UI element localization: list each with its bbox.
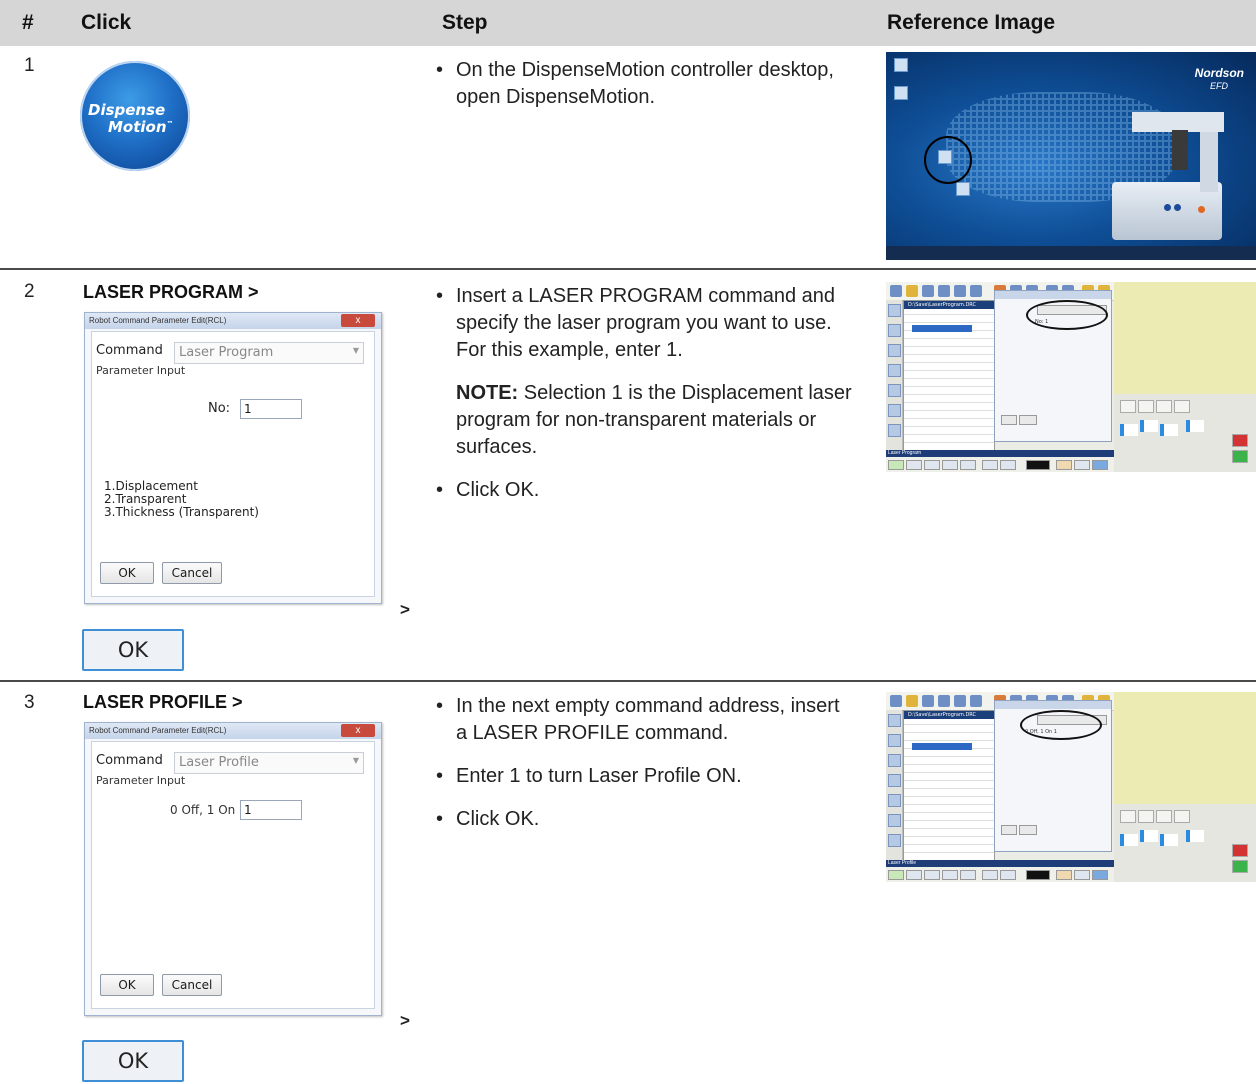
on-off-field-label: 0 Off, 1 On: [170, 803, 236, 817]
dispensing-robot-illustration: [1112, 112, 1232, 242]
step-bullet: Enter 1 to turn Laser Profile ON.: [436, 763, 856, 790]
step-bullet: Click OK.: [436, 477, 856, 504]
chevron-down-icon: ▼: [352, 346, 359, 355]
work-canvas: [1114, 692, 1256, 804]
click-title: LASER PROGRAM >: [83, 282, 259, 302]
command-grid: D:\Save\LaserProgram.DRC: [903, 300, 995, 452]
step-text-block: In the next empty command address, inser…: [436, 693, 856, 833]
work-canvas: [1114, 282, 1256, 394]
option-thickness: 3.Thickness (Transparent): [104, 505, 259, 519]
efd-brand: EFD: [1210, 81, 1228, 91]
side-toolbar: [886, 300, 903, 450]
row-divider: [0, 680, 1256, 682]
reference-image-laser-profile: D:\Save\LaserProgram.DRC 0 Off, 1 On 1 L…: [886, 692, 1256, 882]
arrow: >: [400, 600, 410, 619]
reference-image-laser-program: D:\Save\LaserProgram.DRC No: 1 Laser Pro…: [886, 282, 1256, 472]
taskbar: [886, 246, 1256, 260]
row-number: 3: [24, 692, 35, 713]
row-number: 2: [24, 281, 35, 302]
step-bullet: In the next empty command address, inser…: [436, 693, 856, 747]
cancel-button[interactable]: Cancel: [162, 562, 222, 584]
header-reference-image: Reference Image: [887, 11, 1056, 34]
row-number: 1: [24, 55, 35, 76]
logo-text-line1: Dispense: [88, 101, 166, 119]
highlight-circle: [924, 136, 972, 184]
dialog-titlebar: Robot Command Parameter Edit(RCL) x: [85, 313, 381, 329]
desktop-icon: [894, 58, 908, 72]
no-field-label: No:: [208, 401, 231, 416]
program-options: 1.Displacement 2.Transparent 3.Thickness…: [104, 480, 259, 519]
ok-button[interactable]: OK: [100, 974, 154, 996]
program-path: D:\Save\LaserProgram.DRC: [908, 712, 977, 718]
step-text-block: Insert a LASER PROGRAM command and speci…: [436, 283, 856, 504]
header-step: Step: [442, 11, 488, 34]
side-toolbar: [886, 710, 903, 860]
command-select[interactable]: Laser Profile ▼: [174, 752, 364, 774]
step-bullet: Click OK.: [436, 806, 856, 833]
chevron-down-icon: ▼: [352, 756, 359, 765]
step-bullet: On the DispenseMotion controller desktop…: [436, 57, 876, 111]
command-select[interactable]: Laser Program ▼: [174, 342, 364, 364]
close-button[interactable]: x: [341, 314, 375, 327]
command-dialog: Robot Command Parameter Edit(RCL) x Comm…: [84, 312, 382, 604]
no-input[interactable]: 1: [240, 399, 302, 419]
command-label: Command: [96, 343, 163, 358]
highlight-oval: [1026, 300, 1108, 330]
row-divider: [0, 268, 1256, 270]
note: NOTE: Selection 1 is the Displacement la…: [436, 380, 856, 461]
command-grid: D:\Save\LaserProgram.DRC: [903, 710, 995, 862]
highlight-oval: [1020, 710, 1102, 740]
on-off-input[interactable]: 1: [240, 800, 302, 820]
dialog-body: Command Laser Profile ▼ Parameter Input 0…: [91, 741, 375, 1009]
program-path: D:\Save\LaserProgram.DRC: [908, 302, 977, 308]
ok-button[interactable]: OK: [100, 562, 154, 584]
desktop-icon: [956, 182, 970, 196]
dialog-title: Robot Command Parameter Edit(RCL): [89, 726, 227, 735]
arrow: >: [400, 1011, 410, 1030]
reference-image-desktop: Nordson EFD: [886, 52, 1256, 260]
click-title: LASER PROFILE >: [83, 692, 243, 712]
close-button[interactable]: x: [341, 724, 375, 737]
header-click: Click: [81, 11, 132, 34]
dialog-body: Command Laser Program ▼ Parameter Input N…: [91, 331, 375, 597]
control-pad: [1114, 804, 1256, 882]
status-bar: Laser Profile: [886, 860, 1114, 882]
status-text: Laser Program: [888, 450, 922, 456]
note-label: NOTE:: [456, 382, 519, 404]
control-pad: [1114, 394, 1256, 472]
parameter-input-label: Parameter Input: [96, 364, 186, 377]
dispensemotion-logo-icon[interactable]: Dispense Motion™: [80, 61, 190, 171]
dialog-title: Robot Command Parameter Edit(RCL): [89, 316, 227, 325]
cancel-button[interactable]: Cancel: [162, 974, 222, 996]
dialog-titlebar: Robot Command Parameter Edit(RCL) x: [85, 723, 381, 739]
status-bar: Laser Program: [886, 450, 1114, 472]
ok-button[interactable]: OK: [82, 629, 184, 671]
logo-text-line2: Motion™: [108, 118, 174, 136]
nordson-brand: Nordson: [1194, 66, 1244, 80]
command-dialog: Robot Command Parameter Edit(RCL) x Comm…: [84, 722, 382, 1016]
table-header: # Click Step Reference Image: [0, 0, 1256, 46]
step-bullet: Insert a LASER PROGRAM command and speci…: [436, 283, 856, 364]
ok-button[interactable]: OK: [82, 1040, 184, 1082]
desktop-icon: [894, 86, 908, 100]
parameter-input-label: Parameter Input: [96, 774, 186, 787]
command-label: Command: [96, 753, 163, 768]
header-num: #: [22, 11, 34, 34]
status-text: Laser Profile: [888, 860, 917, 866]
